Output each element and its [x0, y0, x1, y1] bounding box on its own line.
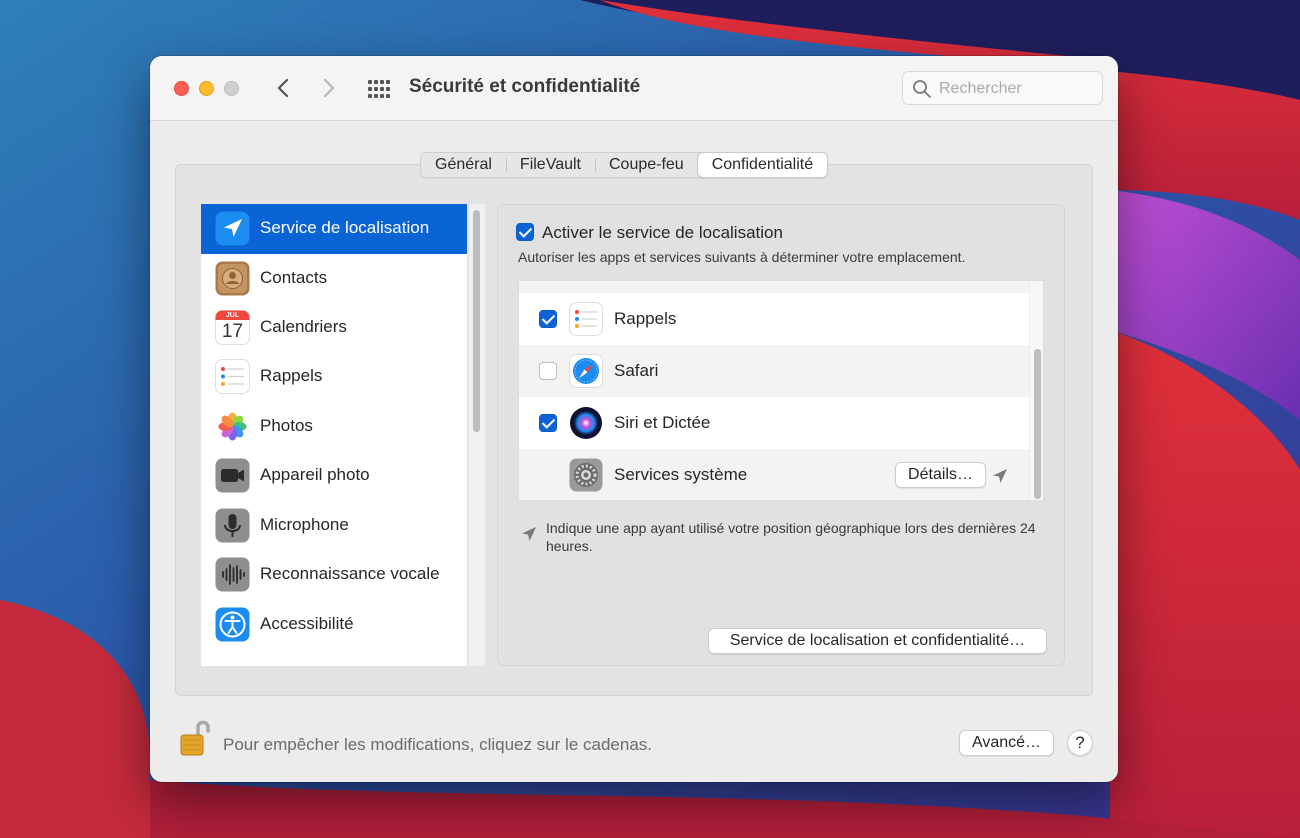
microphone-icon — [215, 508, 250, 543]
sidebar-item-label: Microphone — [260, 515, 349, 534]
sidebar-item-label: Contacts — [260, 268, 328, 287]
location-description: Autoriser les apps et services suivants … — [518, 249, 966, 265]
enable-location-label: Activer le service de localisation — [542, 223, 783, 242]
list-item — [519, 281, 1029, 293]
close-button[interactable] — [174, 81, 189, 96]
lock-instruction: Pour empêcher les modifications, cliquez… — [223, 735, 652, 754]
enable-location-checkbox[interactable] — [516, 223, 534, 241]
speech-recognition-icon — [215, 557, 250, 592]
accessibility-icon — [215, 607, 250, 642]
forward-button[interactable] — [314, 74, 342, 102]
tab-privacy[interactable]: Confidentialité — [697, 153, 828, 177]
show-all-button[interactable] — [366, 78, 392, 100]
app-name: Services système — [614, 465, 748, 484]
calendar-date: JUL 17 — [215, 312, 250, 343]
help-button[interactable]: ? — [1067, 730, 1093, 756]
app-checkbox[interactable] — [539, 362, 557, 380]
app-name: Rappels — [614, 309, 677, 328]
sidebar-item-label: Service de localisation — [260, 218, 430, 237]
sidebar-item-label: Calendriers — [260, 317, 347, 336]
location-arrow-icon — [993, 469, 1007, 483]
reminders-icon — [569, 302, 603, 336]
siri-icon — [570, 407, 602, 439]
location-privacy-button[interactable]: Service de localisation et confidentiali… — [708, 628, 1047, 654]
list-item[interactable]: Rappels — [519, 293, 1029, 345]
sidebar-item-speech-recognition[interactable]: Reconnaissance vocale — [201, 550, 467, 600]
back-button[interactable] — [270, 74, 298, 102]
photos-icon — [218, 412, 247, 441]
grid-icon — [368, 80, 390, 98]
contacts-icon — [215, 261, 250, 296]
scrollbar-thumb[interactable] — [1034, 349, 1041, 499]
sidebar-item-microphone[interactable]: Microphone — [201, 501, 467, 551]
reminders-icon — [215, 359, 250, 394]
sidebar-item-label: Reconnaissance vocale — [260, 564, 440, 583]
sidebar-item-photos[interactable]: Photos — [201, 402, 467, 452]
titlebar: Sécurité et confidentialité — [150, 56, 1118, 121]
preferences-window: Sécurité et confidentialité Général File… — [150, 56, 1118, 782]
calendar-day: 17 — [221, 321, 244, 342]
tab-filevault[interactable]: FileVault — [505, 153, 595, 177]
app-checkbox[interactable] — [539, 414, 557, 432]
scrollbar-thumb[interactable] — [473, 210, 480, 432]
sidebar-item-reminders[interactable]: Rappels — [201, 352, 467, 402]
app-location-list: Rappels Safari Siri et Dictée Services s… — [518, 280, 1044, 501]
details-button[interactable]: Détails… — [895, 462, 986, 488]
chevron-right-icon — [323, 78, 335, 98]
chevron-left-icon — [277, 78, 289, 98]
search-icon — [913, 80, 931, 98]
location-arrow-icon — [522, 527, 536, 541]
sidebar-item-label: Photos — [260, 416, 313, 435]
location-services-panel: Activer le service de localisation Autor… — [497, 204, 1065, 666]
sidebar-item-accessibility[interactable]: Accessibilité — [201, 600, 467, 650]
sidebar-item-camera[interactable]: Appareil photo — [201, 451, 467, 501]
tab-firewall[interactable]: Coupe-feu — [594, 153, 698, 177]
app-name: Siri et Dictée — [614, 413, 711, 432]
sidebar-item-label: Accessibilité — [260, 614, 354, 633]
privacy-category-list: Service de localisation Contacts Calendr… — [201, 204, 467, 666]
safari-icon — [569, 354, 603, 388]
recent-use-note: Indique une app ayant utilisé votre posi… — [546, 520, 1036, 554]
list-item[interactable]: Siri et Dictée — [519, 397, 1029, 449]
advanced-button[interactable]: Avancé… — [959, 730, 1054, 756]
sidebar-item-location[interactable]: Service de localisation — [201, 204, 467, 254]
sidebar-item-contacts[interactable]: Contacts — [201, 254, 467, 304]
location-arrow-icon — [215, 211, 250, 246]
tab-general[interactable]: Général — [421, 153, 506, 177]
sidebar-item-label: Rappels — [260, 366, 323, 385]
search-input[interactable] — [939, 79, 1094, 99]
minimize-button[interactable] — [199, 81, 214, 96]
list-item[interactable]: Safari — [519, 345, 1029, 397]
sidebar-item-label: Appareil photo — [260, 465, 370, 484]
camera-icon — [215, 458, 250, 493]
app-checkbox[interactable] — [539, 310, 557, 328]
list-item[interactable]: Services système Détails… — [519, 449, 1029, 500]
calendar-month: JUL — [225, 312, 240, 319]
app-name: Safari — [614, 361, 659, 380]
system-preferences-icon — [569, 458, 603, 492]
list-scrollbar[interactable] — [1029, 281, 1043, 500]
zoom-button[interactable] — [224, 81, 239, 96]
search-field[interactable] — [902, 71, 1103, 105]
tab-bar: Général FileVault Coupe-feu Confidential… — [420, 152, 829, 178]
window-title: Sécurité et confidentialité — [409, 76, 641, 97]
unlocked-padlock-icon[interactable] — [178, 717, 212, 759]
sidebar-scrollbar[interactable] — [469, 204, 485, 666]
